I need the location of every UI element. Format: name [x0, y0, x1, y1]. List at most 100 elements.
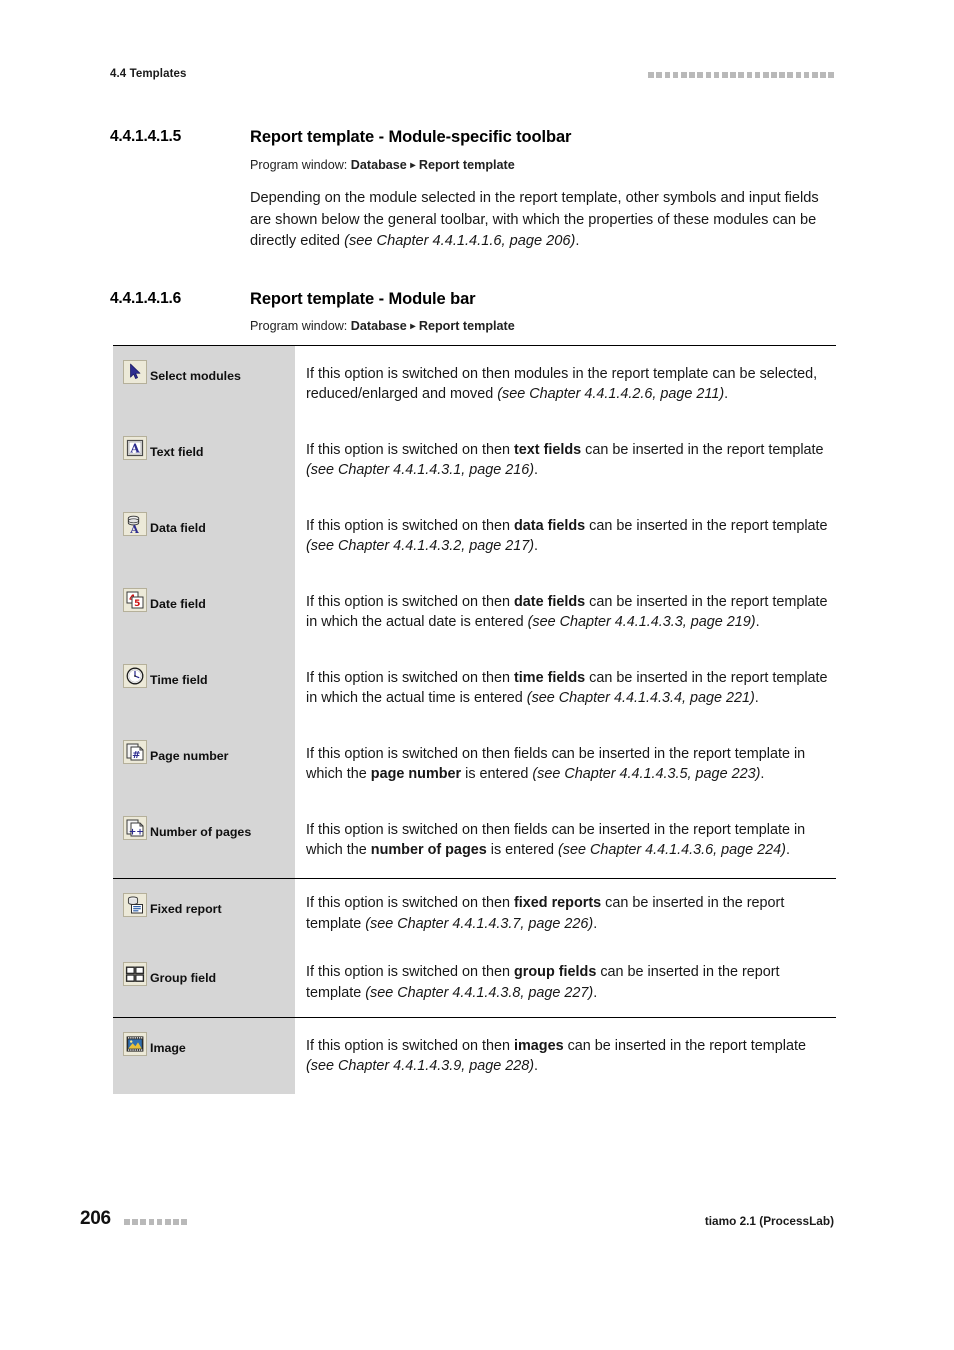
- group-field-icon[interactable]: [123, 962, 147, 986]
- description-crossreference: (see Chapter 4.4.1.4.3.9, page 228): [306, 1058, 535, 1074]
- marker-square: [648, 72, 654, 78]
- module-label: Number of pages: [150, 825, 252, 839]
- description-tail: .: [593, 984, 598, 1001]
- marker-square: [820, 72, 826, 78]
- module-bar-table: Select modules If this option is switched…: [113, 345, 836, 1094]
- fixed-report-icon[interactable]: [123, 893, 147, 917]
- description-emphasis: time fields: [513, 669, 586, 686]
- header-square-marker: [648, 72, 834, 78]
- module-description-cell: If this option is switched on then modul…: [295, 346, 836, 422]
- svg-text:A: A: [129, 441, 140, 455]
- module-description-cell: If this option is switched on then time …: [295, 650, 836, 726]
- description-emphasis: date fields: [513, 593, 586, 610]
- marker-square: [656, 72, 663, 78]
- description-emphasis: group fields: [513, 964, 597, 980]
- module-description: If this option is switched on then date …: [306, 592, 832, 633]
- description-crossreference: (see Chapter 4.4.1.4.3.8, page 227): [365, 984, 594, 1001]
- marker-square: [181, 1219, 187, 1225]
- description-crossreference: (see Chapter 4.4.1.4.3.1, page 216): [306, 462, 535, 478]
- description-tail: .: [593, 915, 598, 932]
- module-description: If this option is switched on then field…: [306, 744, 832, 785]
- svg-text:#: #: [132, 750, 140, 761]
- table-row: A Data field If this option is switched on…: [113, 498, 836, 574]
- description-mid: is entered: [486, 842, 558, 858]
- text-field-icon[interactable]: A: [123, 436, 147, 460]
- svg-text:++: ++: [129, 827, 144, 837]
- section-title-1: Report template - Module-specific toolba…: [250, 128, 572, 146]
- image-icon[interactable]: [123, 1032, 147, 1056]
- module-icon-cell: A Text field: [113, 422, 295, 498]
- module-description-cell: If this option is switched on then data …: [295, 498, 836, 574]
- module-label: Data field: [150, 521, 206, 535]
- svg-text:A: A: [129, 523, 139, 535]
- module-label: Group field: [150, 971, 217, 985]
- module-description: If this option is switched on then fixed…: [306, 893, 832, 934]
- description-crossreference: (see Chapter 4.4.1.4.3.2, page 217): [306, 538, 535, 554]
- document-page: 4.4 Templates 4.4.1.4.1.5 Report templat…: [0, 0, 954, 1350]
- module-description: If this option is switched on then data …: [306, 516, 832, 557]
- marker-square: [156, 1219, 163, 1225]
- module-description: If this option is switched on then field…: [306, 820, 832, 861]
- description-tail: .: [534, 538, 539, 554]
- table-row: Image If this option is switched on then …: [113, 1017, 836, 1094]
- running-header-section-label: 4.4 Templates: [110, 68, 187, 80]
- description-mid: is entered: [461, 766, 533, 782]
- marker-square: [713, 72, 720, 78]
- module-description-cell: If this option is switched on then fixed…: [295, 879, 836, 948]
- data-field-icon[interactable]: A: [123, 512, 147, 536]
- description-crossreference: (see Chapter 4.4.1.4.3.5, page 223): [532, 766, 761, 782]
- paragraph-crossreference: (see Chapter 4.4.1.4.1.6, page 206): [344, 233, 576, 249]
- module-description-cell: If this option is switched on then group…: [295, 948, 836, 1017]
- marker-square: [164, 1219, 171, 1225]
- marker-square: [721, 72, 728, 78]
- description-crossreference: (see Chapter 4.4.1.4.3.4, page 221): [526, 690, 755, 706]
- module-icon-cell: Select modules: [113, 346, 295, 422]
- section-number-1: 4.4.1.4.1.5: [110, 128, 182, 145]
- marker-square: [689, 72, 695, 78]
- description-mid: can be inserted in the report template: [585, 517, 828, 534]
- description-emphasis: data fields: [513, 517, 586, 534]
- program-window-node-database-1: Database: [350, 158, 407, 172]
- marker-square: [738, 72, 744, 78]
- table-row: Select modules If this option is switched…: [113, 346, 836, 422]
- marker-square: [754, 72, 761, 78]
- description-emphasis: text fields: [513, 441, 582, 458]
- date-field-icon[interactable]: 45: [123, 588, 147, 612]
- program-window-node-report-template-1: Report template: [418, 158, 515, 172]
- program-window-node-database-2: Database: [350, 319, 407, 333]
- table-row: Fixed report If this option is switched o…: [113, 878, 836, 948]
- description-tail: .: [534, 462, 539, 478]
- description-lead: If this option is switched on then: [306, 1037, 514, 1054]
- description-tail: .: [534, 1058, 539, 1074]
- marker-square: [803, 72, 810, 78]
- marker-square: [140, 1219, 146, 1225]
- description-crossreference: (see Chapter 4.4.1.4.3.6, page 224): [557, 842, 786, 858]
- marker-square: [705, 72, 712, 78]
- marker-square: [124, 1219, 130, 1225]
- description-tail: .: [724, 386, 729, 402]
- module-description-cell: If this option is switched on then date …: [295, 574, 836, 650]
- description-emphasis: images: [513, 1037, 564, 1054]
- time-field-icon[interactable]: [123, 664, 147, 688]
- module-icon-cell: 45Date field: [113, 574, 295, 650]
- marker-square: [779, 72, 785, 78]
- module-icon-cell: A Data field: [113, 498, 295, 574]
- footer-product-name: tiamo 2.1 (ProcessLab): [704, 1214, 834, 1228]
- module-label: Time field: [150, 673, 208, 687]
- module-description: If this option is switched on then group…: [306, 962, 832, 1003]
- module-icon-cell: Image: [113, 1018, 295, 1094]
- module-label: Date field: [150, 597, 206, 611]
- program-window-label-1: Program window:: [250, 158, 348, 172]
- number-of-pages-icon[interactable]: ++: [123, 816, 147, 840]
- description-lead: If this option is switched on then: [306, 441, 514, 458]
- module-description: If this option is switched on then time …: [306, 668, 832, 709]
- svg-text:5: 5: [134, 599, 140, 609]
- module-description: If this option is switched on then modul…: [306, 364, 832, 405]
- description-tail: .: [754, 690, 759, 706]
- module-description: If this option is switched on then image…: [306, 1036, 832, 1077]
- description-tail: .: [760, 766, 765, 782]
- page-number-icon[interactable]: #: [123, 740, 147, 764]
- footer-page-number: 206: [80, 1208, 111, 1229]
- cursor-arrow-icon[interactable]: [123, 360, 147, 384]
- description-lead: If this option is switched on then: [306, 669, 514, 686]
